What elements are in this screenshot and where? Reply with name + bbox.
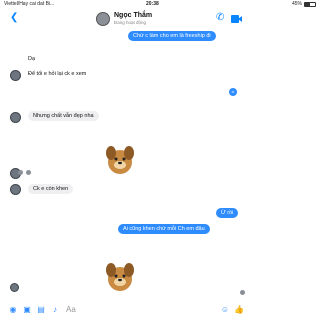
battery-fill	[305, 2, 310, 6]
dog-sticker[interactable]	[104, 258, 136, 292]
contact-avatar-small	[10, 283, 19, 292]
dog-sticker[interactable]	[104, 141, 136, 175]
microphone-icon[interactable]: ♪	[50, 305, 60, 315]
carrier-label: Viettel/Hay cai dat Bi...	[4, 1, 55, 7]
battery-percent: 45%	[291, 1, 302, 7]
message-bubble-incoming[interactable]: Ck e còn khen	[28, 184, 74, 194]
seen-indicator-icon: ừ	[229, 88, 237, 96]
contact-name[interactable]: Ngọc Thắm	[114, 12, 152, 19]
contact-status: Đang hoạt động	[114, 20, 147, 25]
camera-icon[interactable]: ◉	[8, 305, 18, 315]
seen-avatar-dot	[26, 170, 31, 175]
chevron-left-icon[interactable]: ❮	[10, 12, 18, 23]
thumbs-up-icon[interactable]: 👍	[234, 305, 244, 315]
composer-bar: ◉ ▣ ▤ ♪ Aa ☺ 👍	[0, 302, 320, 320]
message-bubble-incoming[interactable]: Nhưng chất vẫn đẹp nha	[28, 111, 99, 121]
seen-avatar-dot	[18, 170, 23, 175]
message-bubble-outgoing[interactable]: Ừ rồi	[216, 208, 239, 218]
message-bubble-outgoing[interactable]: Chứ c làm cho em là freeship đi	[128, 31, 216, 41]
seen-avatar-dot	[240, 290, 245, 295]
message-text-incoming[interactable]: Dạ	[28, 56, 35, 62]
message-bubble-outgoing[interactable]: Ai cũng khen chứ mỗi Ch em đâu	[118, 224, 210, 234]
phone-icon[interactable]: ✆	[216, 12, 224, 23]
photo-icon[interactable]: ▣	[22, 305, 32, 315]
battery-icon	[304, 1, 316, 7]
clock: 20:38	[146, 1, 159, 7]
smile-icon[interactable]: ☺	[220, 305, 230, 315]
message-input[interactable]: Aa	[66, 305, 186, 315]
contact-avatar-small	[10, 112, 21, 123]
apps-icon[interactable]: ▤	[36, 305, 46, 315]
contact-avatar-small	[10, 184, 21, 195]
status-bar: Viettel/Hay cai dat Bi... 20:38 45%	[0, 0, 320, 9]
video-camera-icon[interactable]	[231, 15, 242, 23]
contact-avatar-small	[10, 70, 21, 81]
battery-group: 45%	[292, 1, 316, 7]
message-text-incoming[interactable]: Để tối e hỏi lại ck e xem	[28, 71, 86, 77]
chat-header: ❮ Ngọc Thắm Đang hoạt động ✆	[0, 9, 320, 29]
contact-avatar[interactable]	[96, 12, 110, 26]
